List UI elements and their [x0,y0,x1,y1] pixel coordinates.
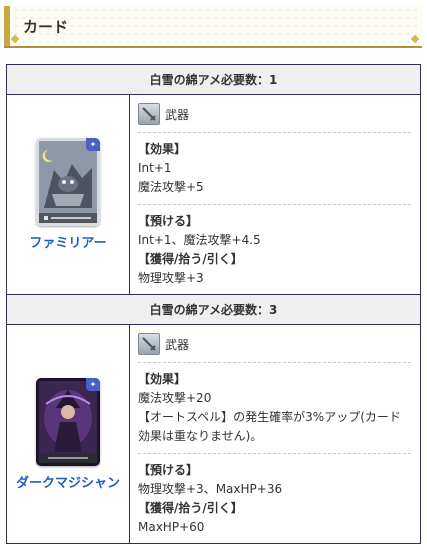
page-title: カード [23,18,69,36]
equip-type: 武器 [138,333,411,355]
requirement-header: 白雪の綿アメ必要数：1 [6,64,421,95]
card-name-link[interactable]: ファミリアー [7,232,129,251]
card-cell: ✦ ファミリアー [6,94,130,295]
equip-type-label: 武器 [165,107,190,122]
card-thumbnail-dark-magician[interactable]: ✦ [36,377,100,466]
card-cell: ✦ ダークマジシャン [6,324,130,544]
ornament-icon [410,34,420,44]
card-table: 白雪の綿アメ必要数：1 ✦ ファミリアー 武器 【効果】 Int+1 魔法攻撃+… [6,64,421,544]
requirement-row: 白雪の綿アメ必要数：1 [6,64,421,95]
requirement-row: 白雪の綿アメ必要数：3 [6,294,421,325]
card-thumbnail-familiar[interactable]: ✦ [36,138,100,226]
card-type-badge-icon: ✦ [86,377,100,391]
effect-line: 魔法攻撃+20 [138,391,212,405]
equip-type-label: 武器 [165,337,190,352]
divider [138,132,411,133]
card-row: ✦ ダークマジシャン 武器 【効果】 魔法攻撃+20 【オートスペル】の発生確率… [6,324,421,544]
card-details: 武器 【効果】 Int+1 魔法攻撃+5 【預ける】 Int+1、魔法攻撃+4.… [129,94,421,295]
divider [138,204,411,205]
section-header: カード [4,6,422,48]
divider [138,362,411,363]
effect-label: 【効果】 [138,142,187,156]
effect-line: Int+1 [138,161,172,175]
effect-line: 【オートスペル】の発生確率が3%アップ(カード [138,410,401,424]
deposit-label: 【預ける】 [138,463,199,477]
ornament-icon [10,34,20,44]
card-row: ✦ ファミリアー 武器 【効果】 Int+1 魔法攻撃+5 【預ける】 Int+… [6,94,421,295]
header-accent-bar [4,6,10,46]
obtain-label: 【獲得/拾う/引く】 [138,252,243,266]
obtain-label: 【獲得/拾う/引く】 [138,501,243,515]
sword-icon [138,103,160,125]
obtain-line: 物理攻撃+3 [138,271,204,285]
sword-icon [138,333,160,355]
deposit-line: 物理攻撃+3、MaxHP+36 [138,482,283,496]
obtain-line: MaxHP+60 [138,520,205,534]
header-underline [4,46,422,48]
deposit-label: 【預ける】 [138,214,199,228]
equip-type: 武器 [138,103,411,125]
card-type-badge-icon: ✦ [86,138,100,151]
effect-line: 効果は重なりません)。 [138,429,263,443]
requirement-header: 白雪の綿アメ必要数：3 [6,294,421,325]
effect-label: 【効果】 [138,372,187,386]
divider [138,453,411,454]
card-name-link[interactable]: ダークマジシャン [7,472,129,491]
effect-line: 魔法攻撃+5 [138,180,204,194]
card-details: 武器 【効果】 魔法攻撃+20 【オートスペル】の発生確率が3%アップ(カード … [129,324,421,544]
deposit-line: Int+1、魔法攻撃+4.5 [138,233,261,247]
